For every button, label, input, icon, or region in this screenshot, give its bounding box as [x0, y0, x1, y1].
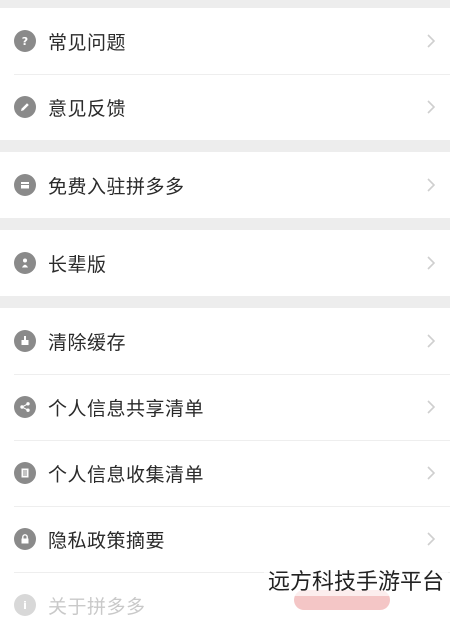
clear-cache-label: 清除缓存	[48, 331, 127, 354]
chevron-right-icon	[426, 177, 436, 193]
share-icon	[14, 396, 36, 418]
info-icon: i	[14, 594, 36, 616]
elder-mode-label: 长辈版	[48, 253, 107, 276]
broom-icon	[14, 330, 36, 352]
watermark: 远方科技手游平台	[263, 564, 448, 596]
chevron-right-icon	[426, 99, 436, 115]
question-icon: ?	[14, 30, 36, 52]
info-collection-list-row[interactable]: 个人信息收集清单	[0, 440, 450, 506]
feedback-label: 意见反馈	[48, 97, 127, 120]
help-group: ? 常见问题 意见反馈	[0, 8, 450, 140]
about-label: 关于拼多多	[48, 595, 146, 618]
chevron-right-icon	[426, 399, 436, 415]
top-gap	[0, 0, 450, 8]
info-sharing-list-row[interactable]: 个人信息共享清单	[0, 374, 450, 440]
info-collection-list-label: 个人信息收集清单	[48, 463, 205, 486]
elder-icon	[14, 252, 36, 274]
svg-text:i: i	[23, 599, 27, 612]
chevron-right-icon	[426, 333, 436, 349]
privacy-summary-label: 隐私政策摘要	[48, 529, 166, 552]
section-divider	[0, 296, 450, 308]
elder-group: 长辈版	[0, 230, 450, 296]
privacy-summary-row[interactable]: 隐私政策摘要	[0, 506, 450, 572]
chevron-right-icon	[426, 33, 436, 49]
svg-text:?: ?	[22, 35, 28, 48]
list-icon	[14, 462, 36, 484]
chevron-right-icon	[426, 465, 436, 481]
feedback-row[interactable]: 意见反馈	[0, 74, 450, 140]
info-sharing-list-label: 个人信息共享清单	[48, 397, 205, 420]
section-divider	[0, 140, 450, 152]
faq-row[interactable]: ? 常见问题	[0, 8, 450, 74]
merchant-join-label: 免费入驻拼多多	[48, 175, 185, 198]
merchant-group: 免费入驻拼多多	[0, 152, 450, 218]
chevron-right-icon	[426, 531, 436, 547]
pencil-icon	[14, 96, 36, 118]
chevron-right-icon	[426, 255, 436, 271]
merchant-join-row[interactable]: 免费入驻拼多多	[0, 152, 450, 218]
faq-label: 常见问题	[48, 31, 127, 54]
clear-cache-row[interactable]: 清除缓存	[0, 308, 450, 374]
elder-mode-row[interactable]: 长辈版	[0, 230, 450, 296]
store-icon	[14, 174, 36, 196]
section-divider	[0, 218, 450, 230]
lock-icon	[14, 528, 36, 550]
